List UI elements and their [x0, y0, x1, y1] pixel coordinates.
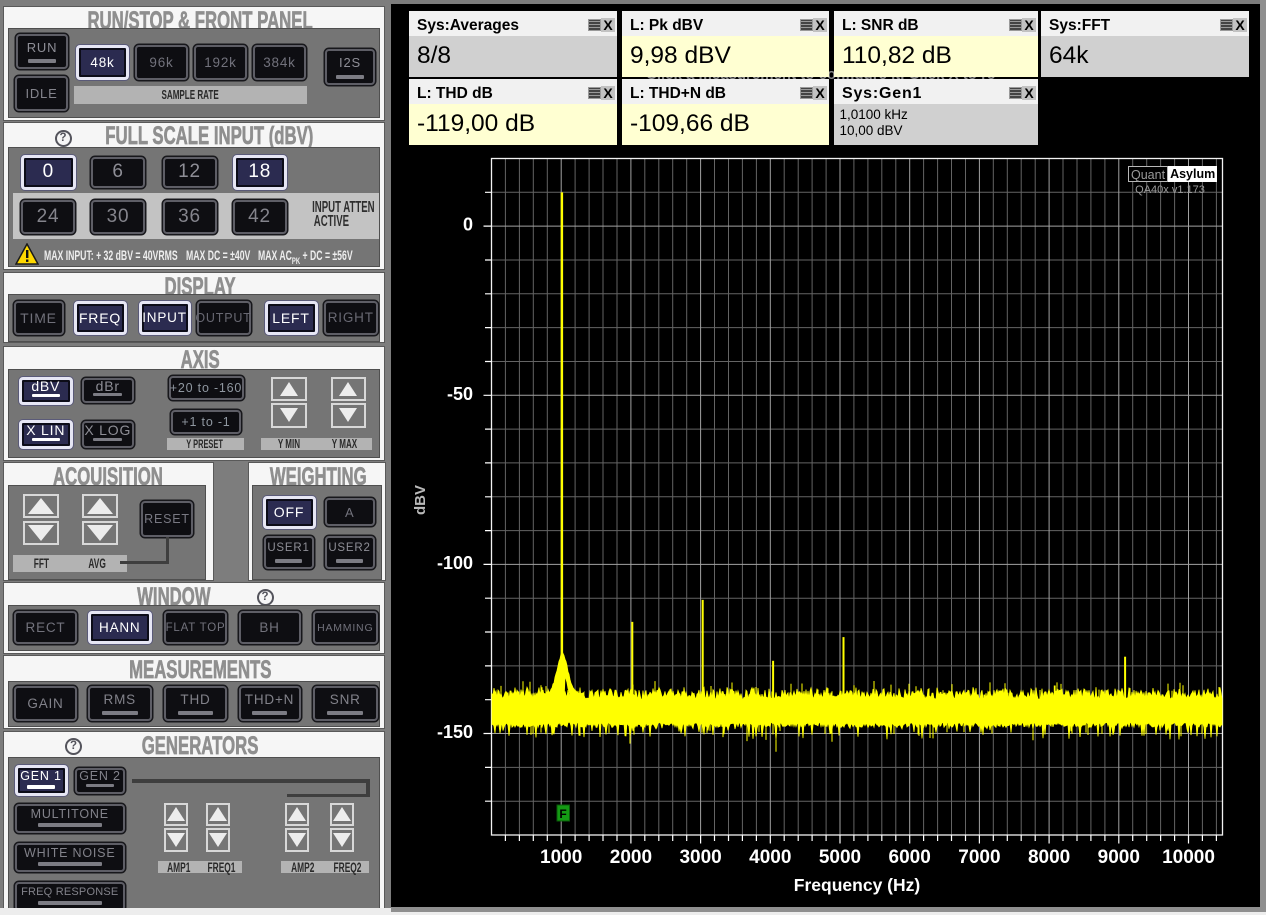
svg-text:8000: 8000: [1028, 847, 1070, 868]
svg-text:5000: 5000: [819, 847, 861, 868]
svg-text:0: 0: [463, 215, 473, 235]
svg-text:-100: -100: [437, 553, 473, 573]
svg-text:6000: 6000: [889, 847, 931, 868]
svg-text:3000: 3000: [679, 847, 721, 868]
svg-text:4000: 4000: [749, 847, 791, 868]
svg-text:-50: -50: [447, 384, 473, 404]
svg-text:7000: 7000: [958, 847, 1000, 868]
svg-text:10000: 10000: [1162, 847, 1215, 868]
svg-text:2000: 2000: [610, 847, 652, 868]
svg-text:F: F: [559, 807, 566, 821]
svg-text:Frequency (Hz): Frequency (Hz): [794, 875, 920, 895]
svg-text:9000: 9000: [1098, 847, 1140, 868]
svg-text:-150: -150: [437, 722, 473, 742]
svg-text:1000: 1000: [540, 847, 582, 868]
